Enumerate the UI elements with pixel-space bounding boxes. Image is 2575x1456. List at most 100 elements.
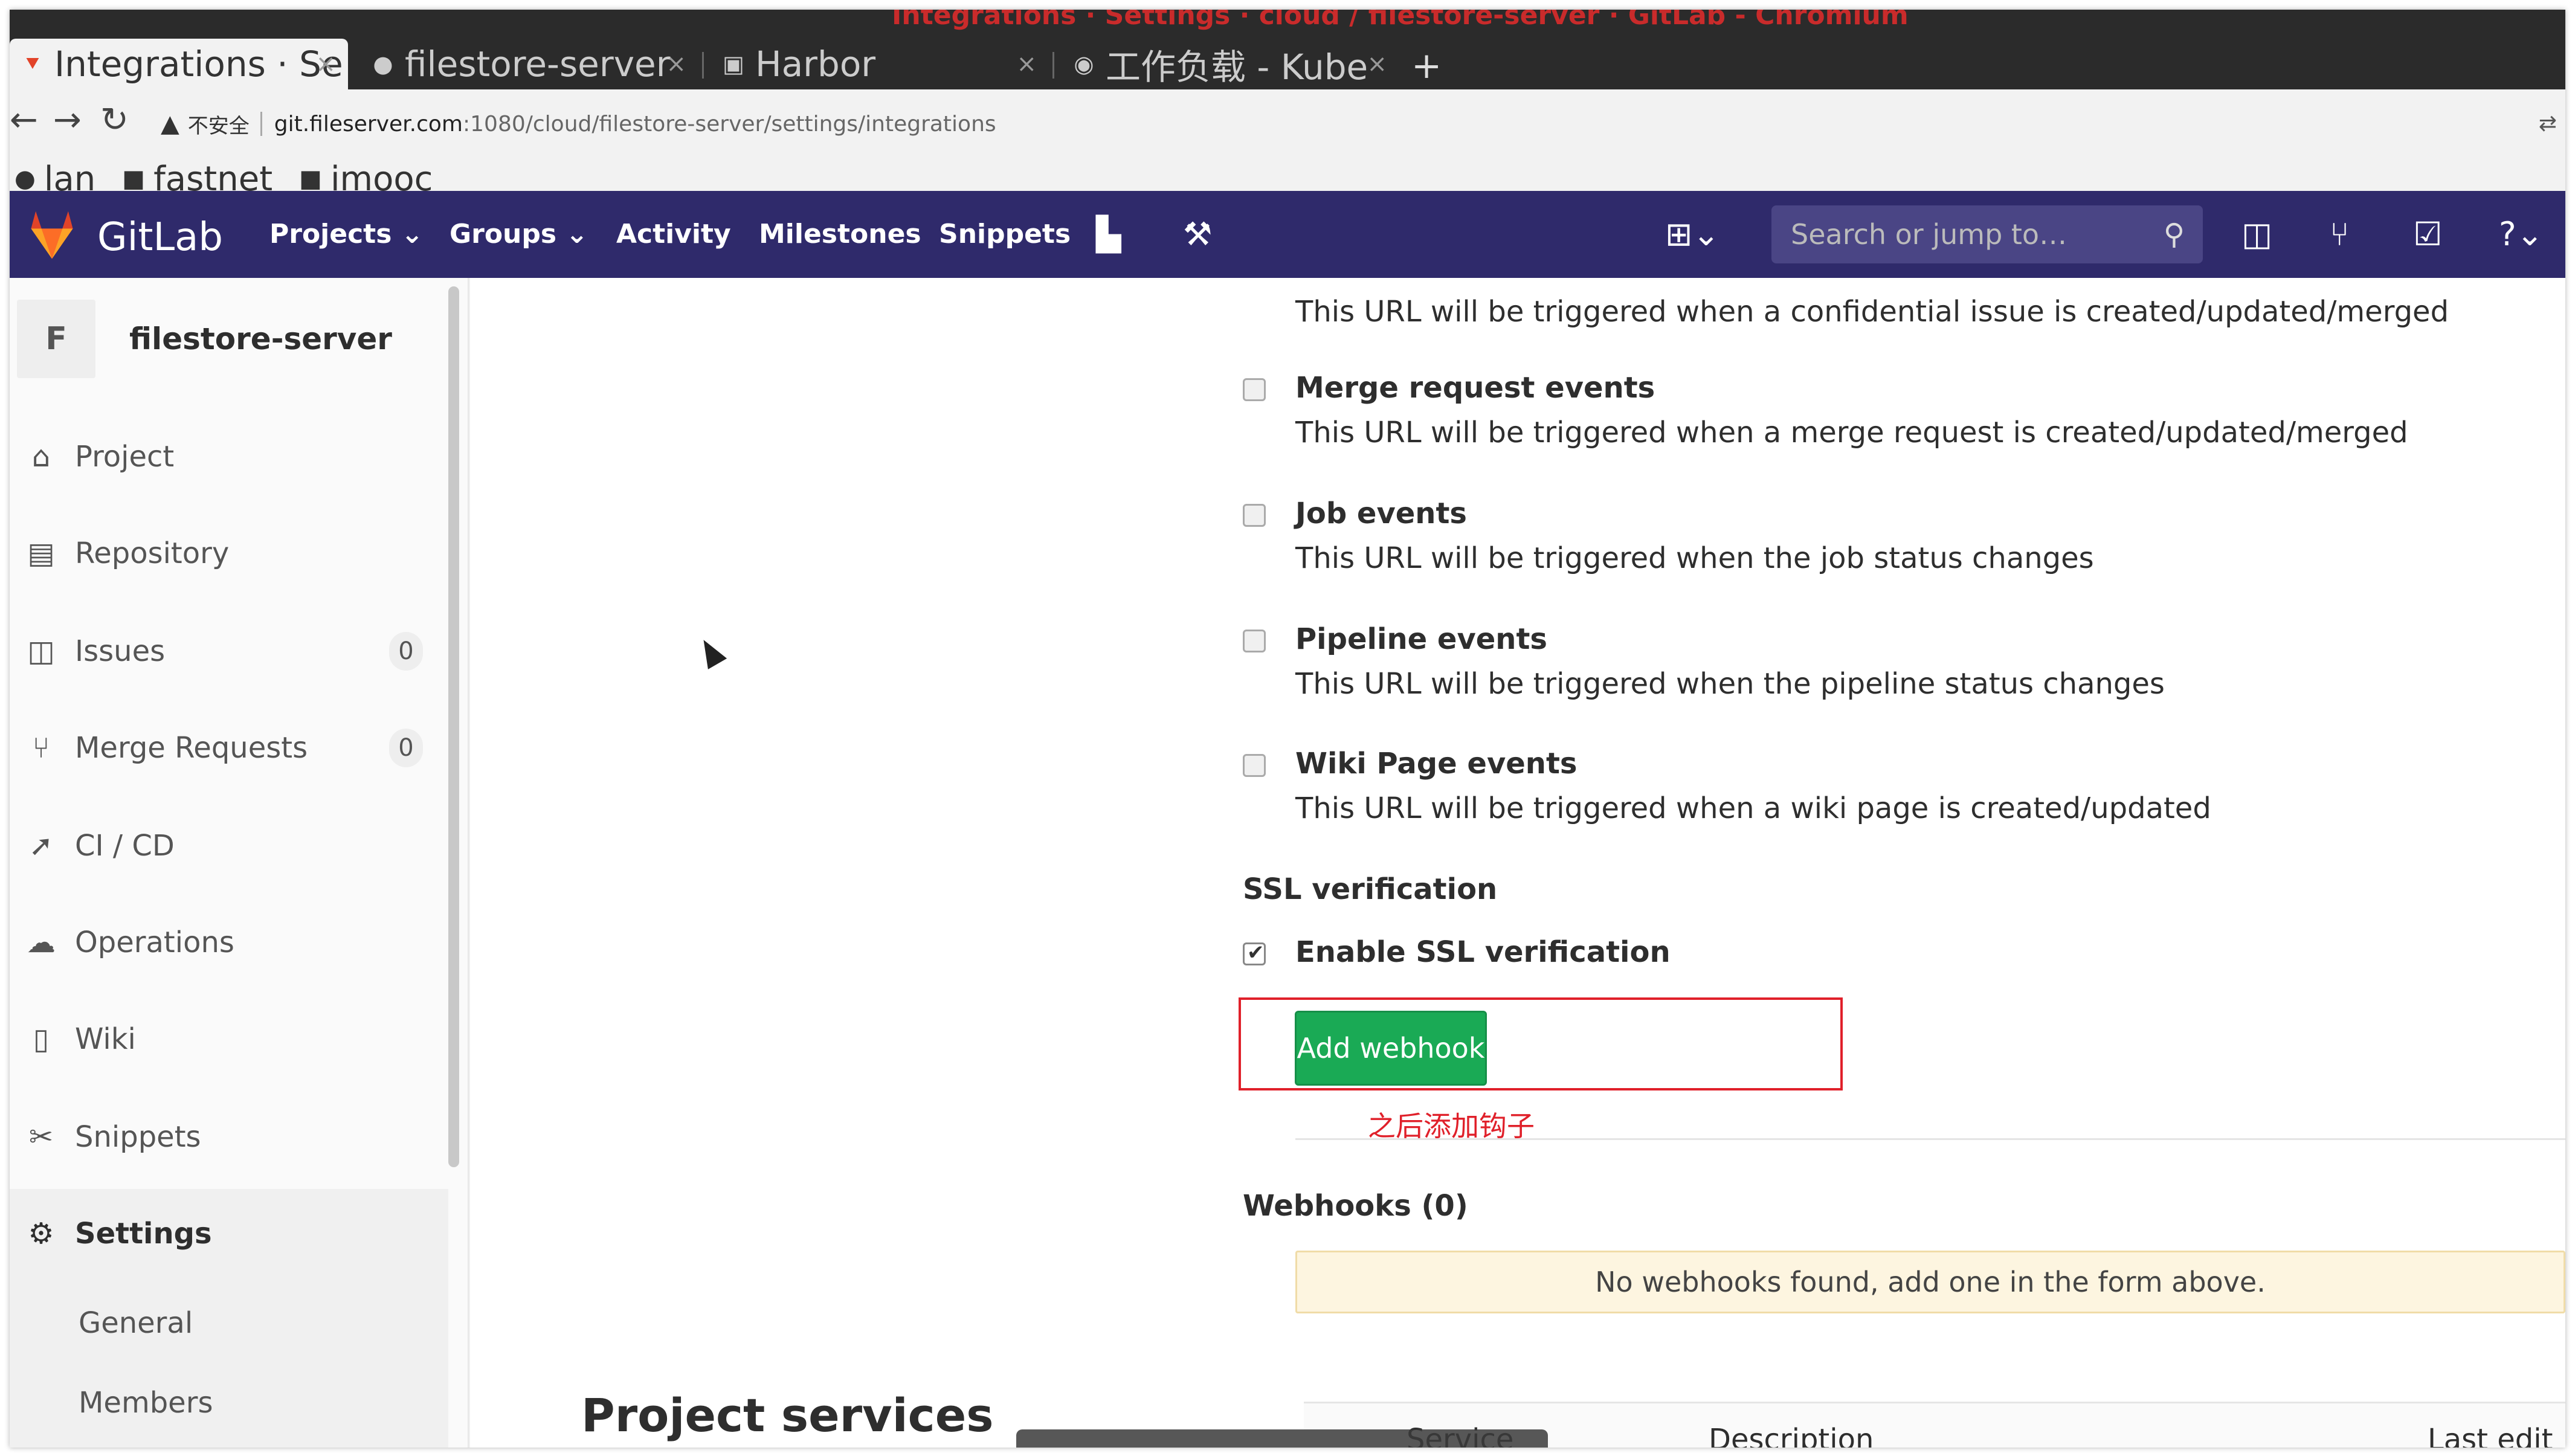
ssl-verification-heading: SSL verification xyxy=(1243,872,1498,906)
confidential-issue-desc-row: This URL will be triggered when a confid… xyxy=(1295,295,2449,329)
event-description: This URL will be triggered when a merge … xyxy=(1295,416,2408,449)
avatar: F xyxy=(17,300,95,378)
tab-strip: Integrations · Settings · cloud / filest… xyxy=(10,10,2565,89)
sidebar-settings-section: ⚙ Settings General Members xyxy=(10,1189,448,1448)
main-content: This URL will be triggered when a confid… xyxy=(470,278,2565,1448)
merge-icon: ⑂ xyxy=(32,731,50,765)
event-title: Job events xyxy=(1295,497,1467,530)
scissors-icon: ✂ xyxy=(28,1120,54,1154)
sidebar-sub-members[interactable]: Members xyxy=(79,1386,213,1420)
issues-icon: ◫ xyxy=(27,634,55,668)
kube-favicon-icon: ◉ xyxy=(1074,51,1094,77)
home-icon: ⌂ xyxy=(31,440,51,474)
search-input[interactable]: Search or jump to… ⚲ xyxy=(1771,205,2203,263)
warning-icon: ▲ xyxy=(161,110,179,138)
nav-groups[interactable]: Groups ⌄ xyxy=(450,219,588,250)
tab-integrations[interactable]: ⯆ Integrations · Se × xyxy=(10,39,348,89)
chart-icon[interactable]: ▙ xyxy=(1096,215,1121,253)
sidebar-item-settings[interactable]: ⚙ Settings xyxy=(24,1217,423,1251)
rocket-icon: ➚ xyxy=(28,829,54,863)
insecure-label: 不安全 xyxy=(187,114,250,138)
wrench-icon[interactable]: ⚒ xyxy=(1183,215,1212,253)
nav-snippets[interactable]: Snippets xyxy=(939,219,1071,250)
nav-milestones[interactable]: Milestones xyxy=(759,219,921,250)
tab-harbor[interactable]: ▣ Harbor × xyxy=(711,39,1049,89)
translate-icon[interactable]: ⇄ xyxy=(2539,111,2557,136)
cloud-gear-icon: ☁ xyxy=(27,926,56,959)
help-icon[interactable]: ?⌄ xyxy=(2499,215,2544,253)
webhooks-empty-state: No webhooks found, add one in the form a… xyxy=(1295,1251,2565,1313)
folder-icon: ■ xyxy=(299,165,322,193)
url-field[interactable]: ▲ 不安全 git.fileserver.com :1080/cloud/fil… xyxy=(161,103,996,145)
event-wiki-page: Wiki Page events This URL will be trigge… xyxy=(1243,747,2211,825)
sidebar-item-wiki[interactable]: ▯ Wiki xyxy=(24,1022,423,1056)
sidebar-item-merge-requests[interactable]: ⑂ Merge Requests 0 xyxy=(24,729,423,767)
ssl-verification-checkbox[interactable] xyxy=(1243,941,1266,965)
ssl-label: Enable SSL verification xyxy=(1295,935,1671,969)
th-last-edit: Last edit xyxy=(2428,1423,2553,1448)
tab-filestore[interactable]: ● filestore-server × xyxy=(360,39,698,89)
plus-dropdown-icon[interactable]: ⊞⌄ xyxy=(1665,215,1720,253)
gitlab-logo-icon[interactable] xyxy=(23,205,81,263)
book-icon: ▯ xyxy=(33,1022,50,1056)
video-player-overlay xyxy=(1016,1429,1548,1448)
harbor-favicon-icon: ▣ xyxy=(723,51,744,77)
tab-label: Harbor xyxy=(755,43,876,85)
event-title: Pipeline events xyxy=(1295,622,1547,656)
sidebar-item-operations[interactable]: ☁ Operations xyxy=(24,926,423,959)
tab-kube[interactable]: ◉ 工作负载 - Kube × xyxy=(1061,39,1399,89)
tab-label: 工作负载 - Kube xyxy=(1106,47,1368,88)
merge-request-events-checkbox[interactable] xyxy=(1243,378,1266,401)
sidebar-scrollbar[interactable] xyxy=(448,286,459,1167)
th-description: Description xyxy=(1709,1423,1874,1448)
close-icon[interactable]: × xyxy=(315,50,336,78)
reload-icon[interactable]: ↻ xyxy=(100,100,129,140)
event-description: This URL will be triggered when a wiki p… xyxy=(1295,791,2211,825)
url-host: git.fileserver.com xyxy=(274,111,463,137)
project-sidebar: F filestore-server ⌂ Project ▤ Repositor… xyxy=(10,278,469,1448)
gitlab-header: GitLab Projects ⌄ Groups ⌄ Activity Mile… xyxy=(10,191,2565,278)
url-path: :1080/cloud/filestore-server/settings/in… xyxy=(463,111,996,137)
doc-icon: ▤ xyxy=(27,536,55,570)
sidebar-item-snippets[interactable]: ✂ Snippets xyxy=(24,1120,423,1154)
address-bar: ← → ↻ ▲ 不安全 git.fileserver.com :1080/clo… xyxy=(10,89,2565,157)
github-icon: ● xyxy=(15,165,36,193)
sidebar-item-issues[interactable]: ◫ Issues 0 xyxy=(24,632,423,671)
tab-label: Integrations · Se xyxy=(54,43,343,85)
screen: Integrations · Settings · cloud / filest… xyxy=(0,0,2575,1456)
close-icon[interactable]: × xyxy=(666,50,686,78)
project-services-heading: Project services xyxy=(581,1388,994,1442)
sidebar-sub-general[interactable]: General xyxy=(79,1306,193,1340)
ssl-option: Enable SSL verification xyxy=(1243,935,1671,969)
tab-label: filestore-server xyxy=(405,43,671,85)
job-events-checkbox[interactable] xyxy=(1243,504,1266,527)
nav-activity[interactable]: Activity xyxy=(616,219,731,250)
wiki-page-events-checkbox[interactable] xyxy=(1243,754,1266,777)
event-description: This URL will be triggered when the job … xyxy=(1295,541,2094,575)
sidebar-item-cicd[interactable]: ➚ CI / CD xyxy=(24,829,423,863)
add-webhook-button[interactable]: Add webhook xyxy=(1295,1011,1487,1086)
sidebar-item-project[interactable]: ⌂ Project xyxy=(24,440,423,474)
issues-icon[interactable]: ◫ xyxy=(2241,215,2272,253)
merge-request-icon[interactable]: ⑂ xyxy=(2330,215,2349,253)
event-merge-request: Merge request events This URL will be tr… xyxy=(1243,371,2408,449)
new-tab-button[interactable]: + xyxy=(1411,45,1442,87)
webhooks-heading: Webhooks (0) xyxy=(1243,1189,1468,1223)
count-badge: 0 xyxy=(389,632,423,671)
sidebar-item-repository[interactable]: ▤ Repository xyxy=(24,536,423,570)
event-title: Wiki Page events xyxy=(1295,747,1578,781)
nav-projects[interactable]: Projects ⌄ xyxy=(269,219,424,250)
event-description: This URL will be triggered when a confid… xyxy=(1295,295,2449,329)
close-icon[interactable]: × xyxy=(1367,50,1387,78)
forward-icon[interactable]: → xyxy=(53,100,82,140)
back-icon[interactable]: ← xyxy=(10,100,38,140)
close-icon[interactable]: × xyxy=(1016,50,1037,78)
window-title: Integrations · Settings · cloud / filest… xyxy=(892,10,1909,31)
filestore-favicon-icon: ● xyxy=(373,51,393,77)
gitlab-brand[interactable]: GitLab xyxy=(97,215,223,260)
todo-icon[interactable]: ☑ xyxy=(2413,215,2442,253)
pipeline-events-checkbox[interactable] xyxy=(1243,630,1266,652)
gear-icon: ⚙ xyxy=(28,1217,54,1251)
sidebar-project-header[interactable]: F filestore-server xyxy=(17,300,392,378)
browser-window: Integrations · Settings · cloud / filest… xyxy=(10,10,2565,1448)
